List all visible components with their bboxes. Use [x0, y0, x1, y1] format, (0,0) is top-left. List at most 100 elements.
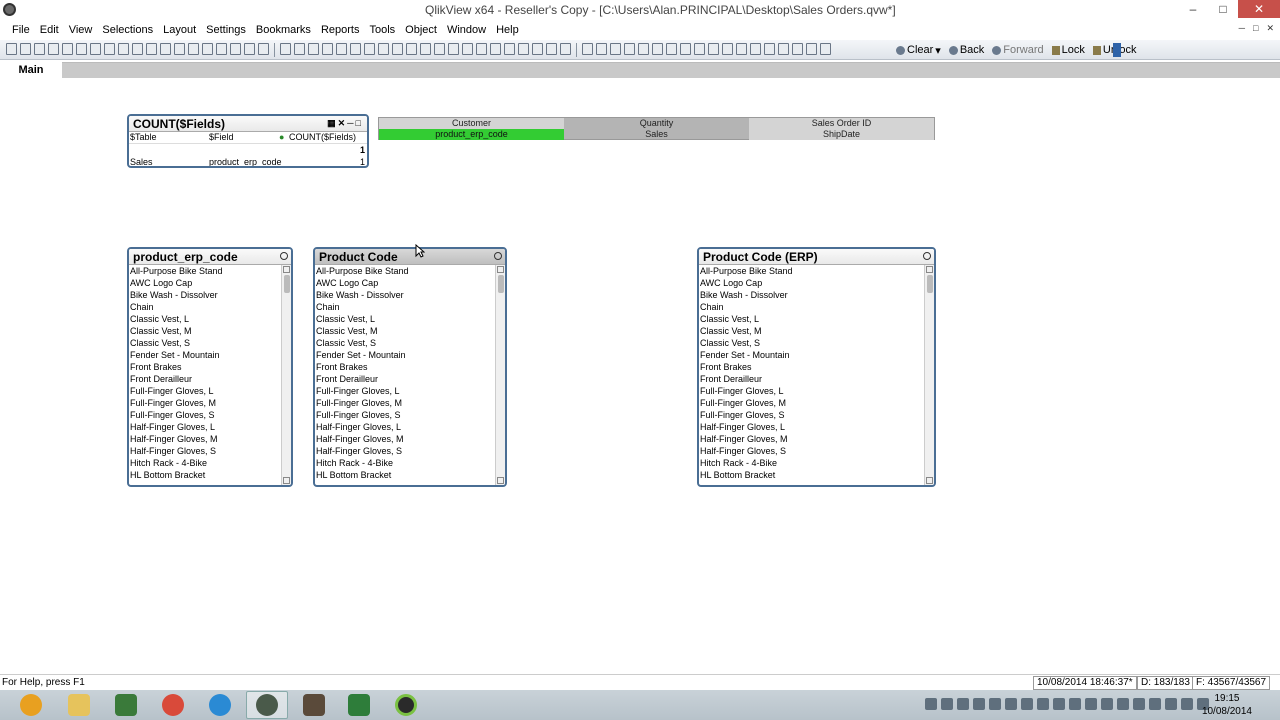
list-item[interactable]: Hitch Rack - 4-Bike [315, 457, 494, 469]
header-table[interactable]: $Table [130, 132, 157, 142]
toolbar-tool-icon[interactable] [820, 43, 831, 55]
taskbar-item[interactable] [152, 691, 194, 719]
toolbar-tool-icon[interactable] [624, 43, 635, 55]
taskbar-item[interactable] [10, 691, 52, 719]
count-fields-caption[interactable]: COUNT($Fields) ▦✕─□ [129, 116, 367, 132]
tray-icon[interactable] [1069, 698, 1081, 710]
toolbar-tool-icon[interactable] [350, 43, 361, 55]
toolbar-tool-icon[interactable] [62, 43, 73, 55]
menu-file[interactable]: File [7, 24, 35, 36]
search-icon[interactable] [280, 252, 288, 260]
list-item[interactable]: Half-Finger Gloves, L [129, 421, 280, 433]
toolbar-tool-icon[interactable] [532, 43, 543, 55]
list-item[interactable]: Front Brakes [315, 361, 494, 373]
menu-selections[interactable]: Selections [97, 24, 158, 36]
toolbar-tool-icon[interactable] [722, 43, 733, 55]
scrollbar[interactable] [495, 265, 505, 485]
menu-layout[interactable]: Layout [158, 24, 201, 36]
toolbar-tool-icon[interactable] [518, 43, 529, 55]
list-item[interactable]: All-Purpose Bike Stand [315, 265, 494, 277]
list-item[interactable]: Full-Finger Gloves, S [315, 409, 494, 421]
scrollbar[interactable] [924, 265, 934, 485]
toolbar-tool-icon[interactable] [792, 43, 803, 55]
toolbar-tool-icon[interactable] [560, 43, 571, 55]
list-item[interactable]: Fender Set - Mountain [699, 349, 923, 361]
list-item[interactable]: Half-Finger Gloves, S [699, 445, 923, 457]
menu-settings[interactable]: Settings [201, 24, 251, 36]
toolbar-tool-icon[interactable] [638, 43, 649, 55]
list-item[interactable]: Bike Wash - Dissolver [315, 289, 494, 301]
caption-controls-icon[interactable]: ▦✕─□ [327, 118, 363, 129]
toolbar-tool-icon[interactable] [174, 43, 185, 55]
list-item[interactable]: Classic Vest, M [699, 325, 923, 337]
scroll-down-icon[interactable] [283, 477, 290, 484]
toolbar-tool-icon[interactable] [244, 43, 255, 55]
selection-product-erp-code[interactable]: product_erp_code [379, 129, 564, 140]
list-item[interactable]: Bike Wash - Dissolver [129, 289, 280, 301]
close-button[interactable]: ✕ [1238, 0, 1280, 18]
tray-icon[interactable] [957, 698, 969, 710]
toolbar-tool-icon[interactable] [20, 43, 31, 55]
list-item[interactable]: All-Purpose Bike Stand [129, 265, 280, 277]
toolbar-tool-icon[interactable] [666, 43, 677, 55]
list-item[interactable]: Classic Vest, S [315, 337, 494, 349]
toolbar-tool-icon[interactable] [230, 43, 241, 55]
list-item[interactable]: Half-Finger Gloves, M [129, 433, 280, 445]
doc-close-icon[interactable]: ✕ [1266, 23, 1274, 34]
scroll-thumb[interactable] [498, 275, 504, 293]
toolbar-tool-icon[interactable] [462, 43, 473, 55]
tray-icon[interactable] [941, 698, 953, 710]
list-item[interactable]: HL Bottom Bracket [699, 469, 923, 481]
toolbar-tool-icon[interactable] [146, 43, 157, 55]
count-fields-table[interactable]: COUNT($Fields) ▦✕─□ $Table $Field ● COUN… [127, 114, 369, 168]
toolbar-tool-icon[interactable] [448, 43, 459, 55]
selection-sales-order-id[interactable]: Sales Order ID [749, 118, 934, 129]
toolbar-tool-icon[interactable] [34, 43, 45, 55]
qlikview-app-icon[interactable] [3, 3, 16, 16]
scroll-down-icon[interactable] [926, 477, 933, 484]
toolbar-tool-icon[interactable] [806, 43, 817, 55]
list-item[interactable]: Front Derailleur [699, 373, 923, 385]
tray-icon[interactable] [1101, 698, 1113, 710]
toolbar-tool-icon[interactable] [406, 43, 417, 55]
toolbar-tool-icon[interactable] [202, 43, 213, 55]
list-item[interactable]: HL Bottom Bracket [129, 469, 280, 481]
table-row[interactable]: Sales product_erp_code 1 [129, 157, 367, 166]
toolbar-tool-icon[interactable] [476, 43, 487, 55]
toolbar-tool-icon[interactable] [322, 43, 333, 55]
list-item[interactable]: Classic Vest, S [129, 337, 280, 349]
list-item[interactable]: AWC Logo Cap [129, 277, 280, 289]
menu-window[interactable]: Window [442, 24, 491, 36]
list-item[interactable]: Half-Finger Gloves, L [699, 421, 923, 433]
scroll-thumb[interactable] [927, 275, 933, 293]
toolbar-tool-icon[interactable] [694, 43, 705, 55]
list-item[interactable]: Full-Finger Gloves, S [129, 409, 280, 421]
tray-icon[interactable] [1133, 698, 1145, 710]
list-item[interactable]: Hitch Rack - 4-Bike [699, 457, 923, 469]
scroll-thumb[interactable] [284, 275, 290, 293]
list-item[interactable]: Chain [699, 301, 923, 313]
toolbar-tool-icon[interactable] [546, 43, 557, 55]
tray-icon[interactable] [1005, 698, 1017, 710]
toolbar-tool-icon[interactable] [216, 43, 227, 55]
menu-help[interactable]: Help [491, 24, 524, 36]
toolbar-tool-icon[interactable] [258, 43, 269, 55]
scroll-up-icon[interactable] [283, 266, 290, 273]
list-item[interactable]: Full-Finger Gloves, M [699, 397, 923, 409]
taskbar-clock[interactable]: 19:15 10/08/2014 [1202, 692, 1252, 718]
listbox-caption[interactable]: Product Code (ERP) [699, 249, 934, 265]
taskbar-item[interactable] [58, 691, 100, 719]
header-field[interactable]: $Field [209, 132, 234, 142]
forward-button[interactable]: Forward [990, 44, 1045, 56]
tray-icon[interactable] [1165, 698, 1177, 710]
toolbar-tool-icon[interactable] [118, 43, 129, 55]
toolbar-tool-icon[interactable] [764, 43, 775, 55]
list-item[interactable]: Full-Finger Gloves, L [129, 385, 280, 397]
list-item[interactable]: Half-Finger Gloves, L [315, 421, 494, 433]
scroll-down-icon[interactable] [497, 477, 504, 484]
scroll-up-icon[interactable] [497, 266, 504, 273]
taskbar-item[interactable] [293, 691, 335, 719]
selection-sales[interactable]: Sales [564, 129, 749, 140]
toolbar-tool-icon[interactable] [280, 43, 291, 55]
toolbar-tool-icon[interactable] [504, 43, 515, 55]
